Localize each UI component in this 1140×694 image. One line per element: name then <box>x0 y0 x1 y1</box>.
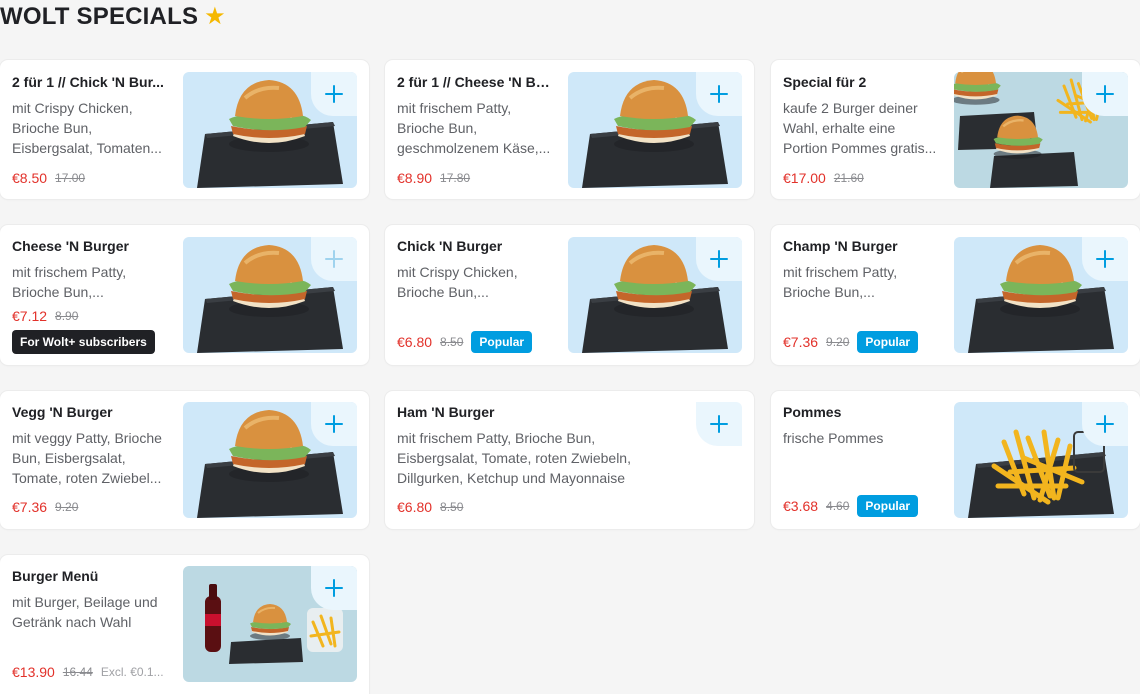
popular-badge: Popular <box>857 331 919 353</box>
price-row: €13.90 16.44 Excl. €0.1... <box>12 664 164 680</box>
item-image <box>568 237 742 353</box>
menu-item-card[interactable]: Vegg 'N Burger mit veggy Patty, Brioche … <box>0 391 369 529</box>
price-row: €8.90 17.80 <box>397 170 470 186</box>
item-price: €17.00 <box>783 170 826 186</box>
star-icon: ★ <box>204 3 226 30</box>
item-price: €6.80 <box>397 334 433 350</box>
item-old-price: 21.60 <box>833 171 864 185</box>
plus-icon <box>325 250 343 268</box>
price-row: €8.50 17.00 <box>12 170 85 186</box>
item-description: kaufe 2 Burger deiner Wahl, erhalte eine… <box>783 100 937 156</box>
item-image <box>954 237 1128 353</box>
item-price: €13.90 <box>12 664 55 680</box>
item-old-price: 16.44 <box>62 665 93 679</box>
item-image <box>183 402 357 518</box>
plus-icon <box>710 415 728 433</box>
item-name: Special für 2 <box>783 74 867 90</box>
item-price: €6.80 <box>397 499 433 515</box>
menu-item-card[interactable]: Burger Menü mit Burger, Beilage und Getr… <box>0 555 369 694</box>
item-old-price: 9.20 <box>55 500 79 514</box>
add-to-cart-button[interactable] <box>1082 402 1128 446</box>
item-name: Pommes <box>783 404 842 420</box>
add-to-cart-button[interactable] <box>311 237 357 281</box>
price-row: €6.80 8.50 <box>397 499 463 515</box>
item-price: €7.36 <box>12 499 48 515</box>
item-name: Burger Menü <box>12 568 99 584</box>
plus-icon <box>710 250 728 268</box>
item-description: mit veggy Patty, Brioche Bun, Eisbergsal… <box>12 430 162 486</box>
item-old-price: 17.00 <box>55 171 86 185</box>
menu-item-card[interactable]: Pommes frische Pommes €3.68 4.60 Popular <box>771 391 1140 529</box>
menu-item-card[interactable]: Champ 'N Burger mit frischem Patty, Brio… <box>771 225 1140 365</box>
item-name: 2 für 1 // Cheese 'N Bu... <box>397 74 552 90</box>
add-to-cart-button[interactable] <box>311 566 357 610</box>
item-old-price: 4.60 <box>826 499 850 513</box>
item-image <box>568 72 742 188</box>
price-row: €3.68 4.60 Popular <box>783 495 919 517</box>
item-name: Champ 'N Burger <box>783 238 898 254</box>
menu-item-card[interactable]: Cheese 'N Burger mit frischem Patty, Bri… <box>0 225 369 365</box>
plus-icon <box>1096 250 1114 268</box>
item-old-price: 8.50 <box>440 500 464 514</box>
plus-icon <box>710 85 728 103</box>
item-old-price: 9.20 <box>826 335 850 349</box>
price-row: €17.00 21.60 <box>783 170 864 186</box>
item-image <box>183 566 357 682</box>
section-title: WOLT SPECIALS ★ <box>0 2 226 31</box>
item-image <box>183 237 357 353</box>
plus-icon <box>1096 85 1114 103</box>
price-row: €7.36 9.20 Popular <box>783 331 919 353</box>
item-name: Cheese 'N Burger <box>12 238 129 254</box>
add-to-cart-button[interactable] <box>1082 72 1128 116</box>
plus-icon <box>325 415 343 433</box>
section-title-text: WOLT SPECIALS <box>0 2 199 30</box>
item-description: mit Crispy Chicken, Brioche Bun, Eisberg… <box>12 100 162 156</box>
item-description: mit frischem Patty, Brioche Bun, geschmo… <box>397 100 551 156</box>
add-to-cart-button[interactable] <box>696 72 742 116</box>
add-to-cart-button[interactable] <box>696 237 742 281</box>
item-description: frische Pommes <box>783 430 884 446</box>
item-price: €8.90 <box>397 170 433 186</box>
item-image <box>954 402 1128 518</box>
menu-item-card[interactable]: 2 für 1 // Cheese 'N Bu... mit frischem … <box>385 60 754 199</box>
item-old-price: 8.50 <box>440 335 464 349</box>
item-price: €8.50 <box>12 170 48 186</box>
plus-icon <box>325 85 343 103</box>
add-to-cart-button[interactable] <box>311 72 357 116</box>
item-description: mit frischem Patty, Brioche Bun,... <box>12 264 127 300</box>
item-description: mit frischem Patty, Brioche Bun,... <box>783 264 898 300</box>
item-description: mit frischem Patty, Brioche Bun, Eisberg… <box>397 430 631 486</box>
item-name: Chick 'N Burger <box>397 238 503 254</box>
price-row: €6.80 8.50 Popular <box>397 331 533 353</box>
add-to-cart-button[interactable] <box>696 402 742 446</box>
item-description: mit Crispy Chicken, Brioche Bun,... <box>397 264 518 300</box>
item-old-price: 17.80 <box>440 171 471 185</box>
item-image <box>183 72 357 188</box>
item-description: mit Burger, Beilage und Getränk nach Wah… <box>12 594 158 630</box>
deposit-note: Excl. €0.1... <box>100 665 164 679</box>
item-old-price: 8.90 <box>55 309 79 323</box>
item-price: €7.12 <box>12 308 48 324</box>
price-row: €7.36 9.20 <box>12 499 78 515</box>
menu-item-card[interactable]: Ham 'N Burger mit frischem Patty, Brioch… <box>385 391 754 529</box>
item-name: Ham 'N Burger <box>397 404 495 420</box>
add-to-cart-button[interactable] <box>311 402 357 446</box>
subscriber-badge: For Wolt+ subscribers <box>12 330 155 354</box>
menu-item-card[interactable]: Chick 'N Burger mit Crispy Chicken, Brio… <box>385 225 754 365</box>
item-image <box>954 72 1128 188</box>
item-name: 2 für 1 // Chick 'N Bur... <box>12 74 164 90</box>
menu-item-card[interactable]: 2 für 1 // Chick 'N Bur... mit Crispy Ch… <box>0 60 369 199</box>
add-to-cart-button[interactable] <box>1082 237 1128 281</box>
item-price: €3.68 <box>783 498 819 514</box>
item-price: €7.36 <box>783 334 819 350</box>
popular-badge: Popular <box>857 495 919 517</box>
plus-icon <box>325 579 343 597</box>
plus-icon <box>1096 415 1114 433</box>
price-row: €7.12 8.90 <box>12 308 78 324</box>
popular-badge: Popular <box>471 331 533 353</box>
menu-item-card[interactable]: Special für 2 kaufe 2 Burger deiner Wahl… <box>771 60 1140 199</box>
item-name: Vegg 'N Burger <box>12 404 113 420</box>
